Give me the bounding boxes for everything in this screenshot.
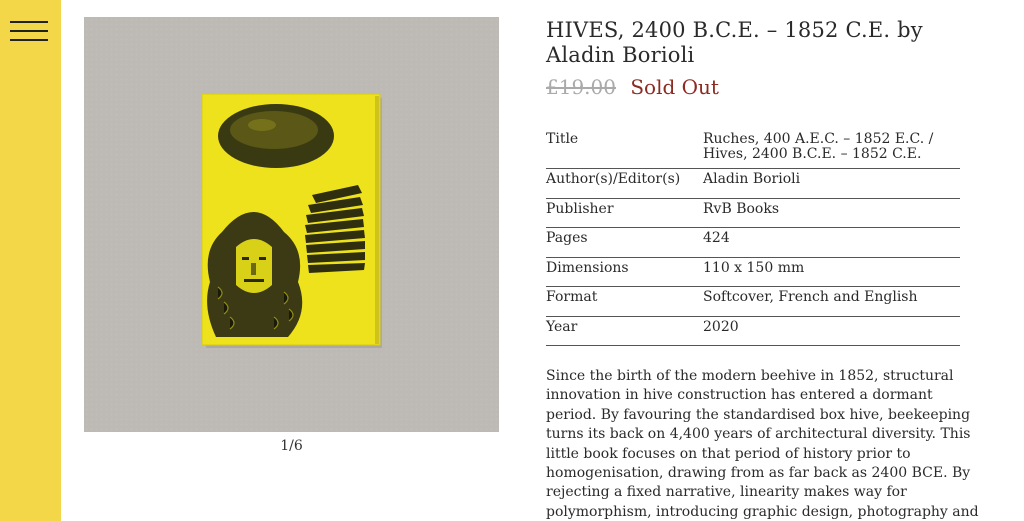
spec-label: Format [546,286,703,317]
product-header: HIVES, 2400 B.C.E. – 1852 C.E. by Aladin… [546,18,966,99]
spec-label: Author(s)/Editor(s) [546,168,703,199]
spec-row: Year 2020 [546,316,960,346]
spec-label: Dimensions [546,257,703,287]
spec-value: Softcover, French and English [703,286,960,317]
product-specs-table: Title Ruches, 400 A.E.C. – 1852 E.C. / H… [546,128,960,346]
spec-row: Title Ruches, 400 A.E.C. – 1852 E.C. / H… [546,128,960,169]
spec-row: Format Softcover, French and English [546,286,960,317]
sold-out-label: Sold Out [630,75,719,99]
menu-line [10,30,48,32]
product-title: HIVES, 2400 B.C.E. – 1852 C.E. by Aladin… [546,18,923,67]
spec-value: 424 [703,227,960,258]
menu-line [10,39,48,41]
menu-line [10,21,48,23]
spec-label: Year [546,316,703,346]
image-counter: 1/6 [280,438,303,454]
sidebar [0,0,61,521]
book-cover-illustration [201,93,382,348]
spec-value: 110 x 150 mm [703,257,960,287]
spec-label: Pages [546,227,703,258]
hamburger-icon[interactable] [10,19,48,43]
spec-label: Title [546,128,703,169]
spec-value: Ruches, 400 A.E.C. – 1852 E.C. / Hives, … [703,128,960,169]
spec-row: Publisher RvB Books [546,198,960,228]
product-price: £19.00 [546,75,616,99]
spec-value: RvB Books [703,198,960,228]
price-row: £19.00 Sold Out [546,75,966,99]
product-image[interactable] [84,17,499,432]
spec-row: Dimensions 110 x 150 mm [546,257,960,287]
spec-row: Pages 424 [546,227,960,258]
spec-row: Author(s)/Editor(s) Aladin Borioli [546,168,960,199]
spec-value: 2020 [703,316,960,346]
spec-label: Publisher [546,198,703,228]
product-description: Since the birth of the modern beehive in… [546,368,979,520]
spec-value: Aladin Borioli [703,168,960,199]
